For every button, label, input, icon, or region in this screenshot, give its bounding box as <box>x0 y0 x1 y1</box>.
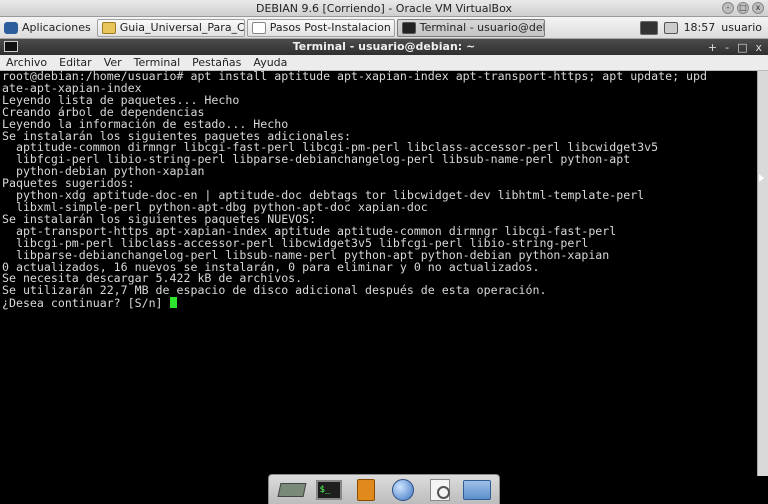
terminal-menubar: Archivo Editar Ver Terminal Pestañas Ayu… <box>0 55 768 71</box>
dock-folder[interactable] <box>462 478 491 502</box>
app-finder-icon <box>429 478 450 501</box>
dock-terminal[interactable]: $_ <box>315 478 343 502</box>
menu-pestanas[interactable]: Pestañas <box>186 55 247 71</box>
show-desktop-icon <box>277 482 306 497</box>
terminal-prompt-line[interactable]: ¿Desea continuar? [S/n] <box>2 297 755 310</box>
mouse-pointer-icon <box>759 174 764 182</box>
menu-editar[interactable]: Editar <box>53 55 98 71</box>
file-manager-icon <box>356 478 375 501</box>
minimize-button[interactable]: - <box>725 40 729 56</box>
always-on-top-button[interactable]: + <box>708 40 717 56</box>
clock[interactable]: 18:57 <box>684 21 716 34</box>
close-button[interactable]: x <box>755 40 762 56</box>
applications-icon <box>4 21 18 34</box>
terminal-output[interactable]: root@debian:/home/usuario# apt install a… <box>0 71 757 476</box>
terminal-emulator-icon: $_ <box>315 479 342 500</box>
applications-menu-button[interactable]: Aplicaciones <box>0 17 97 38</box>
terminal-title-text: Terminal - usuario@debian: ~ <box>292 40 476 53</box>
terminal-icon <box>401 21 416 34</box>
taskbar-item-document[interactable]: Guia_Universal_Para_Co... <box>96 18 245 37</box>
vbox-maximize-button[interactable]: □ <box>737 2 749 14</box>
maximize-button[interactable]: □ <box>737 40 747 56</box>
top-panel: Aplicaciones Guia_Universal_Para_Co... P… <box>0 17 768 39</box>
vbox-close-button[interactable]: x <box>752 2 764 14</box>
taskbar-item-label: Terminal - usuario@debi... <box>419 21 544 34</box>
taskbar-item-label: Guia_Universal_Para_Co... <box>119 21 245 34</box>
menu-ayuda[interactable]: Ayuda <box>247 55 293 71</box>
virtualbox-window-title: DEBIAN 9.6 [Corriendo] - Oracle VM Virtu… <box>0 0 768 17</box>
virtualbox-title-text: DEBIAN 9.6 [Corriendo] - Oracle VM Virtu… <box>256 2 512 15</box>
user-name[interactable]: usuario <box>721 21 762 34</box>
taskbar-item-terminal[interactable]: Terminal - usuario@debi... <box>396 18 545 37</box>
terminal-scrollbar[interactable] <box>757 71 768 476</box>
menu-terminal[interactable]: Terminal <box>128 55 187 71</box>
web-browser-icon <box>391 478 414 501</box>
terminal-window-icon[interactable] <box>4 41 18 52</box>
bottom-dock: $_ <box>268 474 500 504</box>
terminal-prompt: ¿Desea continuar? [S/n] <box>2 296 170 311</box>
terminal-window-controls: + - □ x <box>708 40 762 56</box>
pdf-icon <box>251 21 266 34</box>
text-cursor <box>169 297 177 309</box>
dock-show-desktop[interactable] <box>277 478 306 502</box>
menu-archivo[interactable]: Archivo <box>0 55 53 71</box>
document-icon <box>101 21 116 34</box>
taskbar-item-pdf[interactable]: Pasos Post-Instalacion D... <box>246 18 395 37</box>
dock-app-finder[interactable] <box>426 478 454 502</box>
system-tray: 18:57 usuario <box>639 20 768 35</box>
folder-icon <box>462 479 491 500</box>
menu-ver[interactable]: Ver <box>98 55 128 71</box>
vbox-minimize-button[interactable]: - <box>722 2 734 14</box>
virtualbox-window-controls: - □ x <box>722 2 764 14</box>
taskbar-item-label: Pasos Post-Instalacion D... <box>269 21 394 34</box>
dock-web-browser[interactable] <box>389 478 417 502</box>
applications-label: Aplicaciones <box>22 21 91 34</box>
dock-file-manager[interactable] <box>352 478 380 502</box>
network-icon[interactable] <box>663 21 678 34</box>
terminal-launcher-icon[interactable] <box>639 20 658 35</box>
terminal-window-title: Terminal - usuario@debian: ~ + - □ x <box>0 39 768 55</box>
